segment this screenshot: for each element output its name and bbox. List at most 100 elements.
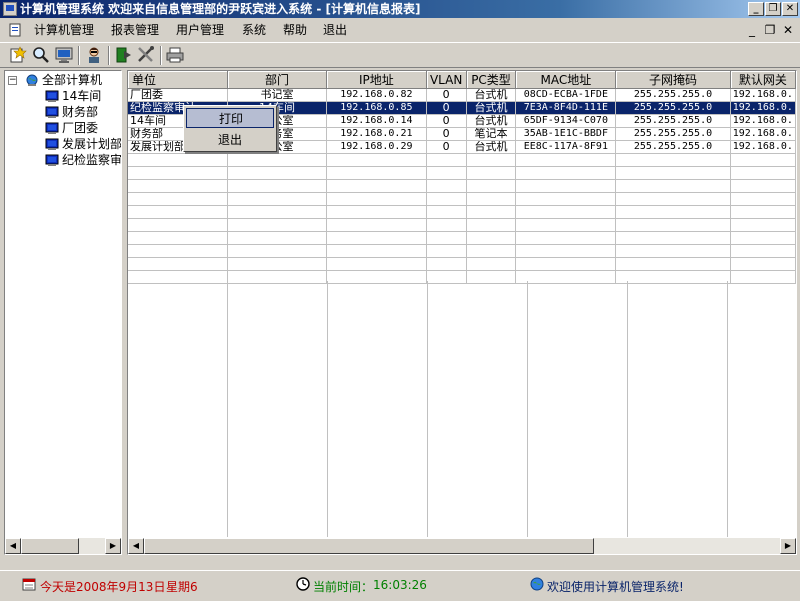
- cell-subnet: 255.255.255.0: [615, 88, 731, 102]
- tree-horizontal-scrollbar[interactable]: ◀ ▶: [5, 538, 121, 554]
- mdi-close-button[interactable]: ✕: [780, 23, 796, 37]
- empty-row: [128, 179, 796, 193]
- computer-table: 单位 部门 IP地址 VLAN PC类型 MAC地址 子网掩码 默认网关 厂团委…: [128, 71, 796, 284]
- app-icon: [3, 2, 17, 16]
- new-icon[interactable]: [7, 46, 27, 64]
- cell-subnet: 255.255.255.0: [615, 127, 731, 141]
- search-icon[interactable]: [31, 46, 51, 64]
- cell-unit: 厂团委: [128, 88, 229, 102]
- user-icon[interactable]: [84, 46, 104, 64]
- tree-node[interactable]: 财务部: [45, 104, 98, 120]
- column-header-department[interactable]: 部门: [227, 71, 328, 89]
- menu-user-management[interactable]: 用户管理: [176, 22, 224, 38]
- computer-icon: [45, 122, 59, 134]
- printer-icon[interactable]: [165, 46, 185, 64]
- cell-subnet: 255.255.255.0: [615, 114, 731, 128]
- computer-icon: [45, 90, 59, 102]
- column-header-subnet[interactable]: 子网掩码: [615, 71, 731, 89]
- context-print-item[interactable]: 打印: [186, 108, 274, 128]
- column-header-mac[interactable]: MAC地址: [515, 71, 617, 89]
- grid-horizontal-scrollbar[interactable]: ◀ ▶: [128, 538, 796, 554]
- column-header-vlan[interactable]: VLAN: [426, 71, 467, 89]
- scroll-left-button[interactable]: ◀: [5, 538, 21, 554]
- tree-node[interactable]: 厂团委: [45, 120, 98, 136]
- cell-pc-type: 台式机: [466, 88, 517, 102]
- cell-gateway: 192.168.0.: [730, 101, 796, 115]
- cell-ip: 192.168.0.85: [326, 101, 427, 115]
- table-row[interactable]: 厂团委 书记室 192.168.0.82 0 台式机 08CD-ECBA-1FD…: [128, 88, 796, 102]
- cell-ip: 192.168.0.82: [326, 88, 427, 102]
- tree-node-label: 财务部: [62, 105, 99, 119]
- empty-row: [128, 257, 796, 271]
- cell-ip: 192.168.0.29: [326, 140, 427, 154]
- computer-icon: [45, 138, 59, 150]
- scroll-thumb[interactable]: [21, 538, 79, 554]
- menu-help[interactable]: 帮助: [283, 22, 307, 38]
- empty-row: [128, 244, 796, 258]
- cell-gateway: 192.168.0.: [730, 114, 796, 128]
- status-weekday: 星期6: [166, 580, 198, 594]
- cell-mac: 35AB-1E1C-BBDF: [515, 127, 617, 141]
- cell-vlan: 0: [426, 101, 467, 115]
- column-header-unit[interactable]: 单位: [128, 71, 229, 89]
- cell-gateway: 192.168.0.: [730, 140, 796, 154]
- cell-department: 书记室: [227, 88, 328, 102]
- tree-node[interactable]: 发展计划部: [45, 136, 122, 152]
- scroll-thumb[interactable]: [144, 538, 594, 554]
- scroll-left-button[interactable]: ◀: [128, 538, 144, 554]
- tree-expander[interactable]: −: [8, 76, 17, 85]
- tree-root[interactable]: − 全部计算机: [5, 72, 121, 88]
- close-button[interactable]: ✕: [782, 2, 798, 16]
- mdi-restore-button[interactable]: ❐: [762, 23, 778, 37]
- empty-row: [128, 218, 796, 232]
- toolbar: [0, 42, 800, 68]
- status-date: 今天是2008年9月13日: [40, 580, 166, 594]
- cell-pc-type: 笔记本: [466, 127, 517, 141]
- cell-pc-type: 台式机: [466, 114, 517, 128]
- cell-vlan: 0: [426, 88, 467, 102]
- clock-icon: [296, 577, 310, 591]
- mdi-minimize-button[interactable]: _: [744, 23, 760, 37]
- cell-mac: EE8C-117A-8F91: [515, 140, 617, 154]
- menu-bar: 计算机管理 报表管理 用户管理 系统 帮助 退出 _ ❐ ✕: [0, 19, 800, 41]
- empty-row: [128, 166, 796, 180]
- tools-icon[interactable]: [136, 46, 156, 64]
- context-exit-item[interactable]: 退出: [186, 130, 274, 150]
- cell-ip: 192.168.0.21: [326, 127, 427, 141]
- tree-node[interactable]: 纪检监察审计: [45, 152, 121, 168]
- empty-row: [128, 205, 796, 219]
- empty-row: [128, 270, 796, 284]
- department-tree[interactable]: − 全部计算机 14车间 财务部 厂团委 发展计划部 纪检监察审计 ◀ ▶: [4, 70, 122, 555]
- export-icon[interactable]: [114, 46, 134, 64]
- scroll-right-button[interactable]: ▶: [105, 538, 121, 554]
- computer-icon: [45, 106, 59, 118]
- column-header-ip[interactable]: IP地址: [326, 71, 427, 89]
- status-welcome: 欢迎使用计算机管理系统!: [547, 580, 684, 594]
- window-title: 计算机管理系统 欢迎来自信息管理部的尹跃宾进入系统 - [计算机信息报表]: [20, 2, 421, 16]
- cell-mac: 65DF-9134-C070: [515, 114, 617, 128]
- menu-exit[interactable]: 退出: [323, 22, 347, 38]
- toolbar-separator: [160, 46, 162, 65]
- tree-node-label: 发展计划部: [62, 137, 122, 151]
- scroll-right-button[interactable]: ▶: [780, 538, 796, 554]
- computer-icon: [45, 154, 59, 166]
- cell-mac: 08CD-ECBA-1FDE: [515, 88, 617, 102]
- tree-node-label: 14车间: [62, 89, 102, 103]
- column-header-gateway[interactable]: 默认网关: [730, 71, 796, 89]
- cell-pc-type: 台式机: [466, 101, 517, 115]
- menu-computer-management[interactable]: 计算机管理: [34, 22, 94, 38]
- network-globe-icon: [26, 74, 38, 86]
- column-header-pc-type[interactable]: PC类型: [466, 71, 517, 89]
- toolbar-separator: [108, 46, 110, 65]
- tree-node[interactable]: 14车间: [45, 88, 101, 104]
- calendar-icon: [22, 578, 36, 591]
- cell-subnet: 255.255.255.0: [615, 140, 731, 154]
- restore-button[interactable]: ❐: [765, 2, 781, 16]
- menu-system[interactable]: 系统: [242, 22, 266, 38]
- minimize-button[interactable]: _: [748, 2, 764, 16]
- monitor-icon[interactable]: [54, 46, 74, 64]
- menu-report-management[interactable]: 报表管理: [111, 22, 159, 38]
- grid-lines: [128, 281, 796, 537]
- status-bar: 今天是2008年9月13日 星期6 当前时间： 16:03:26 欢迎使用计算机…: [0, 570, 800, 601]
- tree-node-label: 厂团委: [62, 121, 99, 135]
